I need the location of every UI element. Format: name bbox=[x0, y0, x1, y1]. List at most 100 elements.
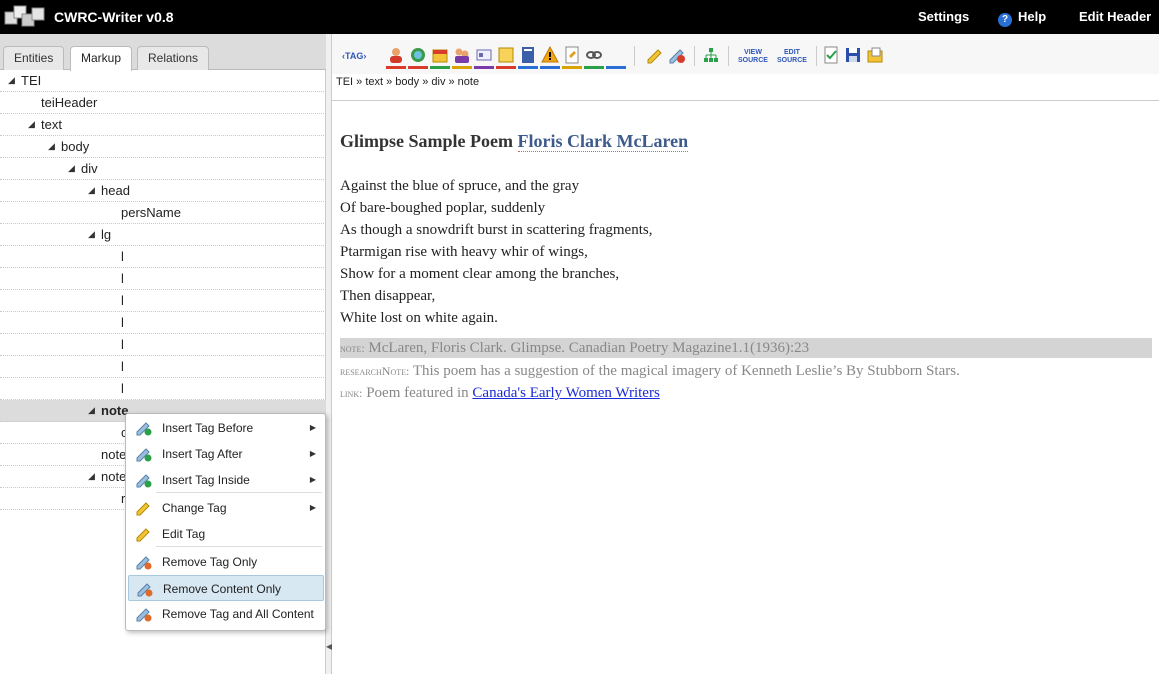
panel-tabs: Entities Markup Relations bbox=[0, 34, 326, 71]
tree-node[interactable]: l bbox=[0, 246, 326, 268]
poem-line: As though a snowdrift burst in scatterin… bbox=[340, 222, 653, 238]
tab-relations[interactable]: Relations bbox=[137, 46, 210, 70]
toolbar-underline bbox=[606, 66, 626, 69]
toolbar-separator bbox=[728, 46, 729, 66]
menu-item-label: Insert Tag After bbox=[162, 447, 243, 461]
toolbar-underline bbox=[408, 66, 428, 69]
expand-arrow-icon[interactable]: ◢ bbox=[88, 224, 95, 245]
research-note-label: researchNote: bbox=[340, 364, 410, 378]
toolbar-underline bbox=[496, 66, 516, 69]
date-tag-icon[interactable] bbox=[431, 46, 449, 64]
cwrc-logo bbox=[4, 5, 45, 27]
menu-item-remove-tag-and-all-content[interactable]: Remove Tag and All Content bbox=[128, 601, 324, 627]
menu-item-label: Change Tag bbox=[162, 501, 227, 515]
research-note-element[interactable]: researchNote: This poem has a suggestion… bbox=[340, 363, 960, 380]
remove-tag-icon[interactable] bbox=[668, 46, 686, 64]
toolbar-underline bbox=[474, 66, 494, 69]
tree-node[interactable]: ◢ text bbox=[0, 114, 326, 136]
tree-node[interactable]: l bbox=[0, 268, 326, 290]
poem-line: Of bare-boughed poplar, suddenly bbox=[340, 200, 546, 216]
poem-line: Show for a moment clear among the branch… bbox=[340, 266, 620, 282]
menu-item-insert-tag-before[interactable]: Insert Tag Before ▶ bbox=[128, 415, 324, 441]
validate-icon[interactable] bbox=[822, 46, 840, 64]
help-label: Help bbox=[1018, 9, 1047, 24]
person-tag-icon[interactable] bbox=[387, 46, 405, 64]
expand-arrow-icon[interactable]: ◢ bbox=[88, 400, 95, 421]
submenu-arrow-icon: ▶ bbox=[309, 423, 316, 432]
tree-node-label: lg bbox=[101, 227, 112, 242]
link-label: link: bbox=[340, 386, 363, 400]
app-title: CWRC-Writer v0.8 bbox=[54, 9, 174, 25]
toolbar-underline bbox=[386, 66, 406, 69]
tree-node[interactable]: ◢ lg bbox=[0, 224, 326, 246]
document-tag-icon[interactable] bbox=[563, 46, 581, 64]
menu-item-remove-tag-only[interactable]: Remove Tag Only bbox=[128, 549, 324, 575]
note-element[interactable]: note: McLaren, Floris Clark. Glimpse. Ca… bbox=[340, 338, 1152, 358]
toolbar-underline bbox=[518, 66, 538, 69]
expand-arrow-icon[interactable]: ◢ bbox=[88, 180, 95, 201]
tree-node[interactable]: l bbox=[0, 334, 326, 356]
expand-arrow-icon[interactable]: ◢ bbox=[88, 466, 95, 487]
expand-arrow-icon[interactable]: ◢ bbox=[48, 136, 55, 157]
edit-tag-icon[interactable] bbox=[646, 46, 664, 64]
tag-edit-icon bbox=[136, 528, 150, 542]
warning-tag-icon[interactable] bbox=[541, 46, 559, 64]
edit-source-button[interactable]: EDIT SOURCE bbox=[775, 49, 809, 65]
structure-icon[interactable] bbox=[702, 46, 720, 64]
link-anchor[interactable]: Canada's Early Women Writers bbox=[472, 385, 659, 401]
link-tag-icon[interactable] bbox=[585, 46, 603, 64]
author-name-entity[interactable]: Floris Clark McLaren bbox=[517, 131, 689, 152]
tree-node[interactable]: teiHeader bbox=[0, 92, 326, 114]
tab-entities[interactable]: Entities bbox=[3, 46, 65, 70]
tab-markup[interactable]: Markup bbox=[70, 46, 133, 71]
poem-line: Ptarmigan rise with heavy whir of wings, bbox=[340, 244, 588, 260]
open-folder-icon[interactable] bbox=[866, 46, 884, 64]
expand-arrow-icon[interactable]: ◢ bbox=[68, 158, 75, 179]
tree-node[interactable]: l bbox=[0, 356, 326, 378]
view-source-button[interactable]: VIEW SOURCE bbox=[736, 49, 770, 65]
tree-node-label: l bbox=[121, 271, 124, 286]
tree-node-label: l bbox=[121, 359, 124, 374]
expand-arrow-icon[interactable]: ◢ bbox=[28, 114, 35, 135]
tree-node-label: l bbox=[121, 381, 124, 396]
tree-node[interactable]: ◢ head bbox=[0, 180, 326, 202]
tag-remove-icon bbox=[136, 608, 152, 622]
tree-node[interactable]: ◢ body bbox=[0, 136, 326, 158]
note-tag-icon[interactable] bbox=[497, 46, 515, 64]
citation-tag-icon[interactable] bbox=[519, 46, 537, 64]
tree-node-label: note bbox=[101, 447, 127, 462]
tree-node[interactable]: ◢ TEI bbox=[0, 70, 326, 92]
tree-node[interactable]: l bbox=[0, 290, 326, 312]
poem-line: Against the blue of spruce, and the gray bbox=[340, 178, 580, 194]
event-tag-icon[interactable] bbox=[453, 46, 471, 64]
menu-item-edit-tag[interactable]: Edit Tag bbox=[128, 521, 324, 547]
menu-item-remove-content-only[interactable]: Remove Content Only bbox=[128, 575, 324, 601]
document-view[interactable]: Glimpse Sample Poem Floris Clark McLaren… bbox=[332, 100, 1159, 674]
edit-header-link[interactable]: Edit Header bbox=[1079, 9, 1151, 24]
place-tag-icon[interactable] bbox=[409, 46, 427, 64]
tree-node-label: note bbox=[101, 469, 127, 484]
save-icon[interactable] bbox=[844, 46, 862, 64]
tree-node[interactable]: ◢ div bbox=[0, 158, 326, 180]
expand-arrow-icon[interactable]: ◢ bbox=[8, 70, 15, 91]
tree-node[interactable]: l bbox=[0, 312, 326, 334]
tag-add-icon bbox=[136, 448, 152, 462]
org-tag-icon[interactable] bbox=[475, 46, 493, 64]
help-icon: ? bbox=[998, 13, 1012, 27]
toolbar-underline bbox=[430, 66, 450, 69]
toolbar-underline bbox=[562, 66, 582, 69]
tree-node[interactable]: l bbox=[0, 378, 326, 400]
tree-node-label: text bbox=[41, 117, 62, 132]
menu-item-label: Remove Tag and All Content bbox=[162, 607, 314, 621]
menu-item-change-tag[interactable]: Change Tag ▶ bbox=[128, 495, 324, 521]
menu-item-insert-tag-after[interactable]: Insert Tag After ▶ bbox=[128, 441, 324, 467]
help-link[interactable]: ? Help bbox=[998, 9, 1046, 27]
menu-item-insert-tag-inside[interactable]: Insert Tag Inside ▶ bbox=[128, 467, 324, 493]
tag-button[interactable]: ‹TAG› bbox=[342, 51, 366, 61]
settings-link[interactable]: Settings bbox=[918, 9, 969, 24]
tree-node[interactable]: persName bbox=[0, 202, 326, 224]
tree-node-label: l bbox=[121, 293, 124, 308]
submenu-arrow-icon: ▶ bbox=[309, 449, 316, 458]
tree-node-label: body bbox=[61, 139, 90, 154]
menu-item-label: Edit Tag bbox=[162, 527, 206, 541]
